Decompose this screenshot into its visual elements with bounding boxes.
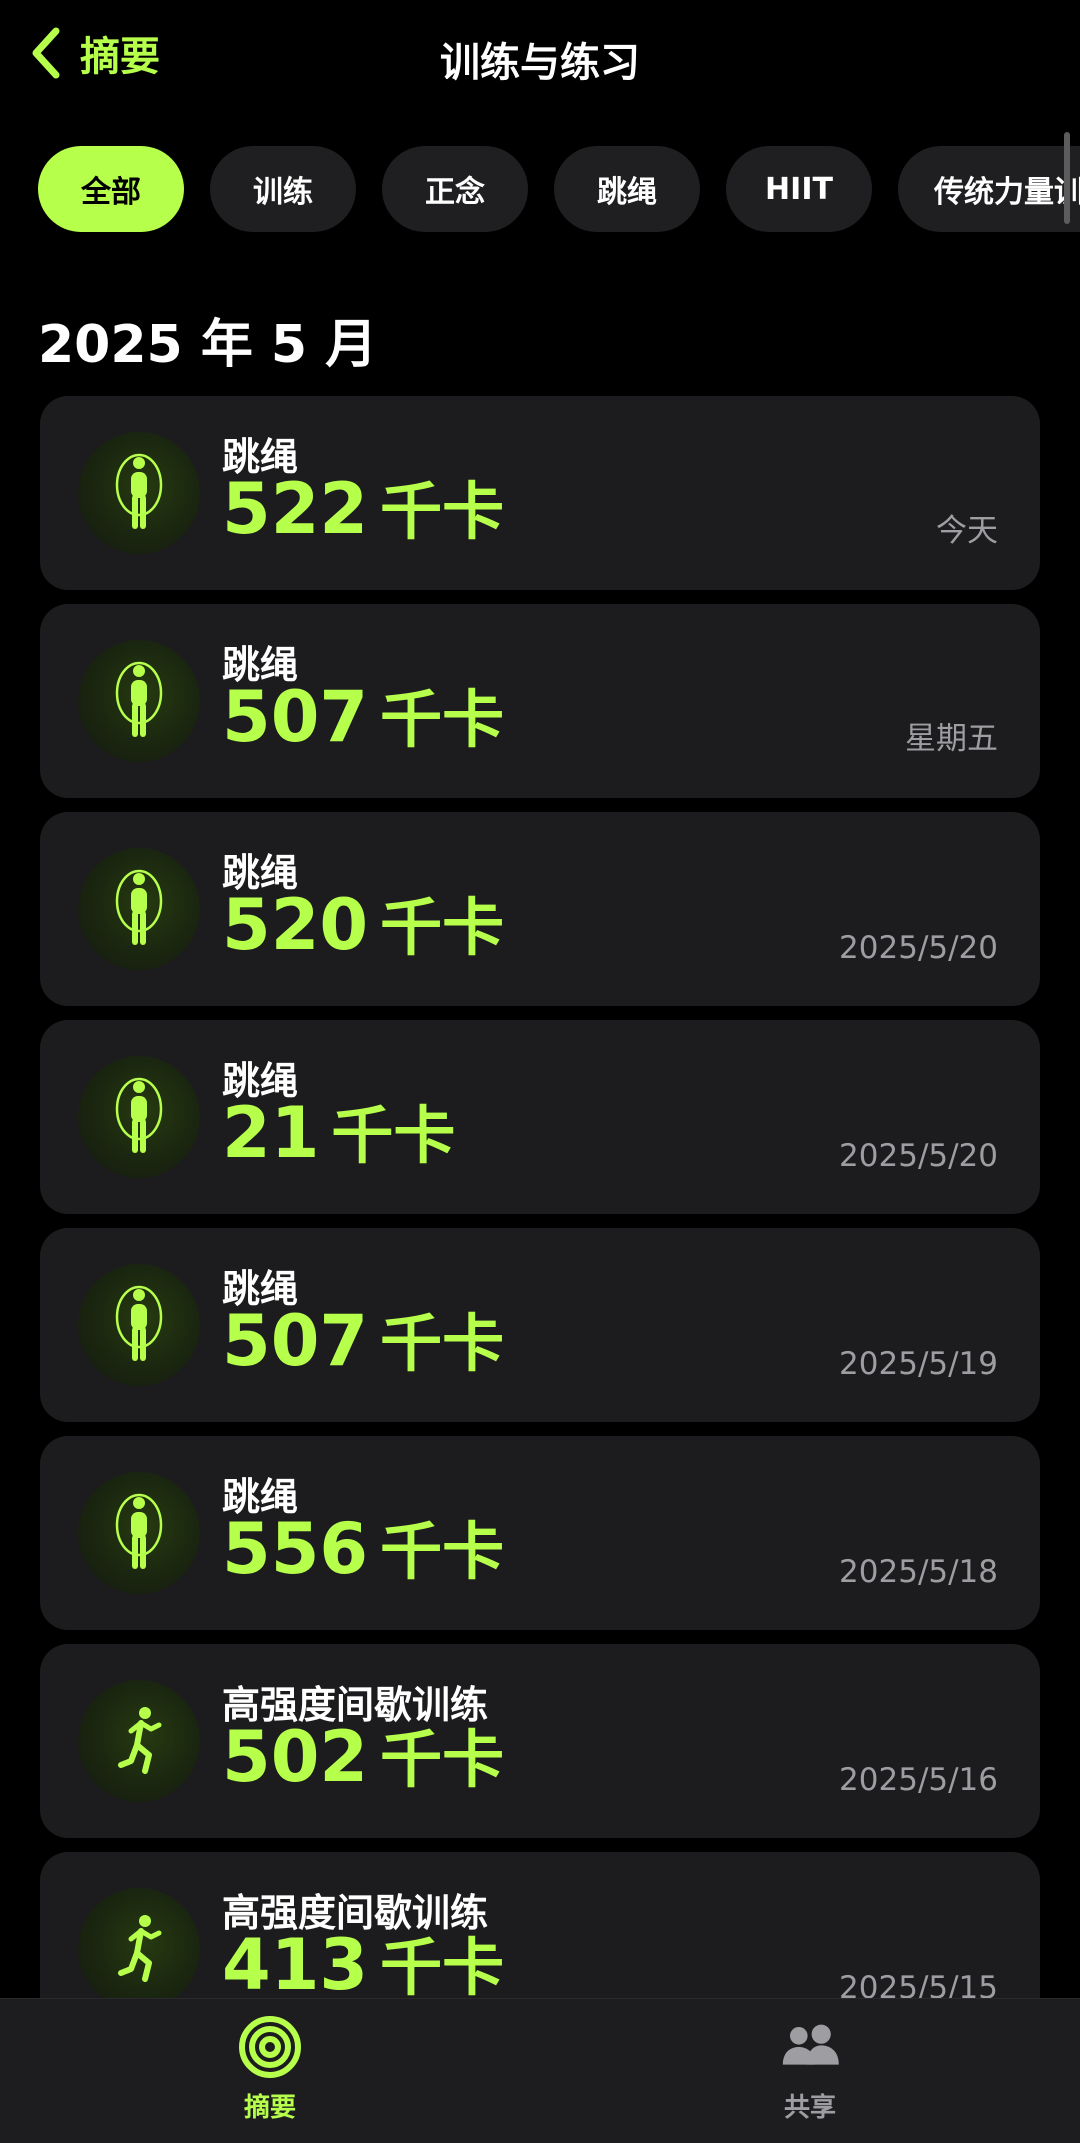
workout-card[interactable]: 跳绳 507 千卡 星期五 [40,604,1040,798]
calories-unit: 千卡 [380,475,505,548]
workout-card[interactable]: 跳绳 556 千卡 2025/5/18 [40,1436,1040,1630]
workout-calories: 413 千卡 [222,1930,504,2000]
workout-icon-badge [78,1888,200,2010]
calories-unit: 千卡 [380,1723,505,1796]
workout-calories: 507 千卡 [222,1306,504,1376]
nav-header: 摘要 训练与练习 [0,0,1080,120]
workout-icon-badge [78,1056,200,1178]
workout-calories: 21 千卡 [222,1098,455,1168]
workout-icon-badge [78,848,200,970]
calories-value: 507 [222,1300,369,1382]
workout-date: 2025/5/20 [839,1138,998,1174]
filter-chip-jump-rope[interactable]: 跳绳 [554,146,700,232]
workout-calories: 522 千卡 [222,474,504,544]
jump-rope-icon [115,869,163,945]
workout-list: 跳绳 522 千卡 今天 跳绳 507 千卡 星期五 跳绳 520 千卡 202… [40,396,1040,2060]
filter-chips: 全部 训练 正念 跳绳 HIIT 传统力量训练 [38,146,1080,232]
calories-unit: 千卡 [380,1515,505,1588]
workouts-screen: 摘要 训练与练习 全部 训练 正念 跳绳 HIIT 传统力量训练 2025 年 … [0,0,1080,2143]
calories-unit: 千卡 [380,891,505,964]
filter-chip-all[interactable]: 全部 [38,146,184,232]
workout-icon-badge [78,640,200,762]
scroll-indicator[interactable] [1064,132,1070,224]
calories-value: 520 [222,884,369,966]
workout-date: 今天 [936,513,998,549]
calories-value: 21 [222,1092,320,1174]
people-icon [782,2024,839,2065]
calories-unit: 千卡 [380,1307,505,1380]
workout-card[interactable]: 跳绳 21 千卡 2025/5/20 [40,1020,1040,1214]
calories-unit: 千卡 [380,1931,505,2004]
calories-value: 556 [222,1508,369,1590]
filter-chip-strength[interactable]: 传统力量训练 [898,146,1080,232]
workout-date: 2025/5/19 [839,1346,998,1382]
jump-rope-icon [115,1077,163,1153]
workout-icon-badge [78,1264,200,1386]
workout-icon-badge [78,1472,200,1594]
workout-card[interactable]: 高强度间歇训练 502 千卡 2025/5/16 [40,1644,1040,1838]
tab-sharing-label: 共享 [783,2093,836,2123]
jump-rope-icon [115,661,163,737]
tab-summary[interactable]: 摘要 [190,2015,350,2124]
calories-value: 507 [222,676,369,758]
jump-rope-icon [115,1493,163,1569]
hiit-runner-icon [118,1915,162,1982]
workout-card[interactable]: 跳绳 520 千卡 2025/5/20 [40,812,1040,1006]
filter-chip-hiit[interactable]: HIIT [726,146,872,232]
workout-date: 2025/5/18 [839,1554,998,1590]
hiit-runner-icon [118,1707,162,1774]
workout-calories: 556 千卡 [222,1514,504,1584]
workout-calories: 502 千卡 [222,1722,504,1792]
calories-value: 522 [222,468,369,550]
workout-icon-badge [78,1680,200,1802]
tab-summary-label: 摘要 [243,2093,296,2123]
workout-icon-badge [78,432,200,554]
tab-bar: 摘要 共享 [0,1998,1080,2143]
calories-unit: 千卡 [331,1099,456,1172]
workout-calories: 520 千卡 [222,890,504,960]
workout-date: 星期五 [905,721,998,757]
filter-chip-workout[interactable]: 训练 [210,146,356,232]
calories-unit: 千卡 [380,683,505,756]
tab-sharing[interactable]: 共享 [730,2015,890,2124]
month-heading: 2025 年 5 月 [38,315,378,375]
workout-date: 2025/5/16 [839,1762,998,1798]
filter-chip-mindfulness[interactable]: 正念 [382,146,528,232]
workout-card[interactable]: 跳绳 522 千卡 今天 [40,396,1040,590]
workout-date: 2025/5/20 [839,930,998,966]
workout-calories: 507 千卡 [222,682,504,752]
calories-value: 413 [222,1924,369,2006]
workout-card[interactable]: 跳绳 507 千卡 2025/5/19 [40,1228,1040,1422]
jump-rope-icon [115,1285,163,1361]
page-title: 训练与练习 [440,40,640,86]
activity-rings-icon [239,2016,301,2078]
jump-rope-icon [115,453,163,529]
calories-value: 502 [222,1716,369,1798]
